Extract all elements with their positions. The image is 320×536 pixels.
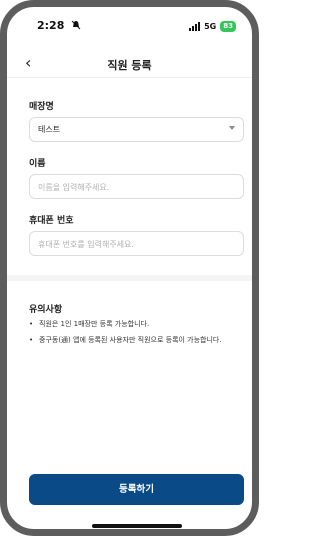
app-header: ‹ 직원 등록 <box>7 51 252 78</box>
name-input[interactable]: 이름을 입력해주세요. <box>29 174 244 199</box>
status-time: 2:28 <box>37 19 65 32</box>
battery-icon: 83 <box>220 21 236 32</box>
note-text: 직원은 1인 1매장만 등록 가능합니다. <box>39 320 150 328</box>
phone-input-placeholder: 휴대폰 번호를 입력해주세요. <box>38 240 134 249</box>
store-label: 매장명 <box>29 102 54 112</box>
note-item: • 중구동(通) 앱에 등록된 사용자만 직원으로 등록이 가능합니다. <box>29 336 222 344</box>
status-right: 5G 83 <box>189 21 236 32</box>
page-title: 직원 등록 <box>107 59 152 72</box>
home-indicator <box>92 524 182 528</box>
section-divider <box>7 275 252 281</box>
signal-icon <box>189 22 201 31</box>
phone-label: 휴대폰 번호 <box>29 216 74 226</box>
phone-input[interactable]: 휴대폰 번호를 입력해주세요. <box>29 231 244 256</box>
network-type: 5G <box>204 22 217 31</box>
store-select-value: 테스트 <box>38 125 61 134</box>
register-button[interactable]: 등록하기 <box>29 474 244 505</box>
phone-frame: 2:28 5G 83 ‹ 직원 등록 매장명 테스트 이름 이름을 입력해주세요… <box>0 0 259 536</box>
notes-title: 유의사항 <box>29 305 63 315</box>
note-item: • 직원은 1인 1매장만 등록 가능합니다. <box>29 320 150 328</box>
chevron-down-icon <box>229 126 235 130</box>
store-select[interactable]: 테스트 <box>29 117 244 142</box>
note-text: 중구동(通) 앱에 등록된 사용자만 직원으로 등록이 가능합니다. <box>39 336 222 344</box>
status-bar: 2:28 5G 83 <box>7 19 252 39</box>
name-input-placeholder: 이름을 입력해주세요. <box>38 183 110 192</box>
bell-muted-icon <box>71 20 81 33</box>
name-label: 이름 <box>29 159 46 169</box>
